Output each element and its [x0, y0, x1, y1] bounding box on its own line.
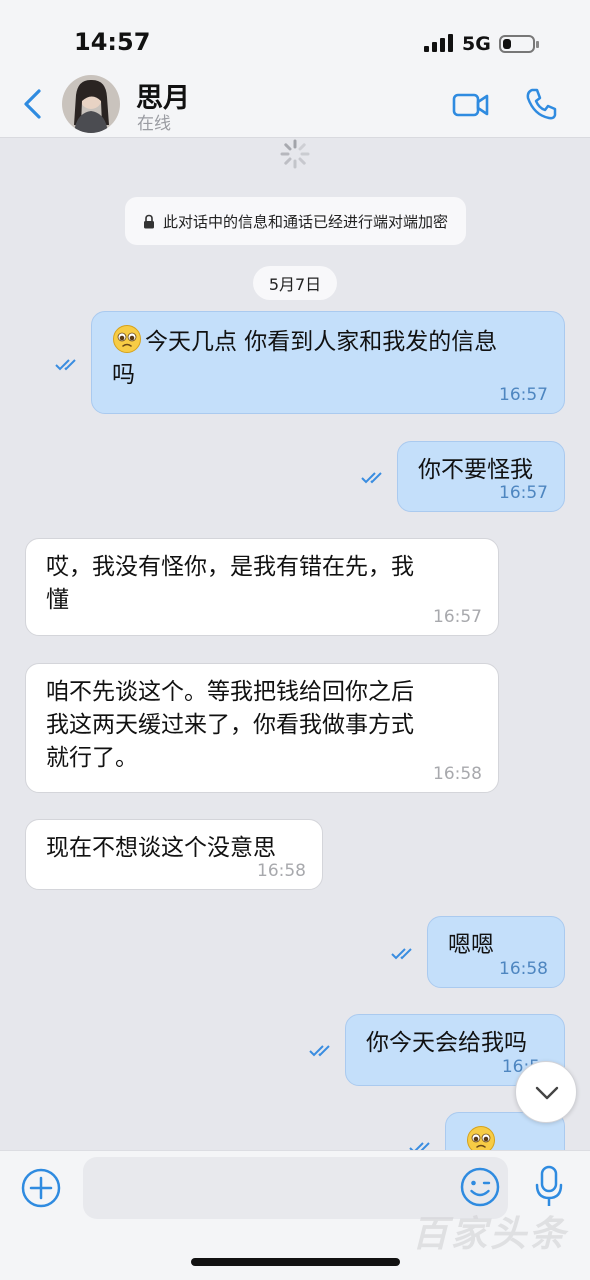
signal-icon: [424, 34, 454, 52]
lock-icon: [143, 214, 154, 228]
message-time: 16:57: [499, 483, 548, 503]
scroll-to-bottom-button[interactable]: [515, 1061, 577, 1123]
status-time: 14:57: [74, 28, 151, 56]
message-text: 今天几点 你看到人家和我发的信息 吗: [112, 324, 497, 392]
encryption-notice-text: 此对话中的信息和通话已经进行端对端加密: [162, 212, 448, 231]
message-text-content: 今天几点 你看到人家和我发的信息 吗: [112, 329, 498, 388]
avatar[interactable]: [62, 75, 120, 133]
read-receipt-icon: [391, 948, 412, 960]
message-time: 16:57: [433, 607, 482, 627]
emoji-picker-icon[interactable]: [459, 1166, 501, 1208]
video-call-icon[interactable]: [452, 90, 490, 120]
chat-header: 思月 在线: [0, 70, 590, 138]
message-time: 16:58: [499, 959, 548, 979]
read-receipt-icon: [309, 1045, 330, 1057]
encryption-notice[interactable]: 此对话中的信息和通话已经进行端对端加密: [125, 197, 466, 245]
message-text: 哎，我没有怪你，是我有错在先，我 懂: [46, 554, 414, 613]
message-bubble[interactable]: 哎，我没有怪你，是我有错在先，我 懂 16:57: [25, 538, 499, 636]
message-bubble[interactable]: 咱不先谈这个。等我把钱给回你之后 我这两天缓过来了，你看我做事方式 就行了。 1…: [25, 663, 499, 793]
status-bar: 14:57 5G: [0, 0, 590, 70]
network-label: 5G: [462, 33, 491, 55]
message-text: 你今天会给我吗: [366, 1030, 527, 1056]
loading-spinner-icon: [280, 139, 310, 169]
date-separator: 5月7日: [253, 266, 337, 300]
microphone-icon[interactable]: [533, 1165, 565, 1209]
message-time: 16:58: [257, 861, 306, 881]
message-text: 咱不先谈这个。等我把钱给回你之后 我这两天缓过来了，你看我做事方式 就行了。: [46, 679, 414, 771]
phone-call-icon[interactable]: [524, 87, 558, 121]
home-indicator[interactable]: [191, 1258, 400, 1266]
battery-icon: [499, 35, 539, 53]
message-text: 嗯嗯: [448, 932, 494, 958]
battery-level: [503, 39, 511, 49]
watermark: 百家头条: [412, 1214, 569, 1255]
pleading-face-icon: [113, 325, 141, 353]
message-bubble[interactable]: 嗯嗯 16:58: [427, 916, 565, 988]
chevron-down-icon: [535, 1086, 559, 1100]
back-icon[interactable]: [16, 86, 50, 122]
message-bubble[interactable]: 现在不想谈这个没意思 16:58: [25, 819, 323, 890]
contact-status: 在线: [137, 114, 171, 134]
message-bubble[interactable]: 今天几点 你看到人家和我发的信息 吗 16:57: [91, 311, 565, 414]
message-time: 16:57: [499, 385, 548, 405]
read-receipt-icon: [55, 359, 76, 371]
add-attachment-icon[interactable]: [20, 1167, 62, 1209]
message-text: 现在不想谈这个没意思: [46, 835, 276, 861]
message-time: 16:58: [433, 764, 482, 784]
message-bubble[interactable]: 你不要怪我 16:57: [397, 441, 565, 512]
read-receipt-icon: [361, 472, 382, 484]
